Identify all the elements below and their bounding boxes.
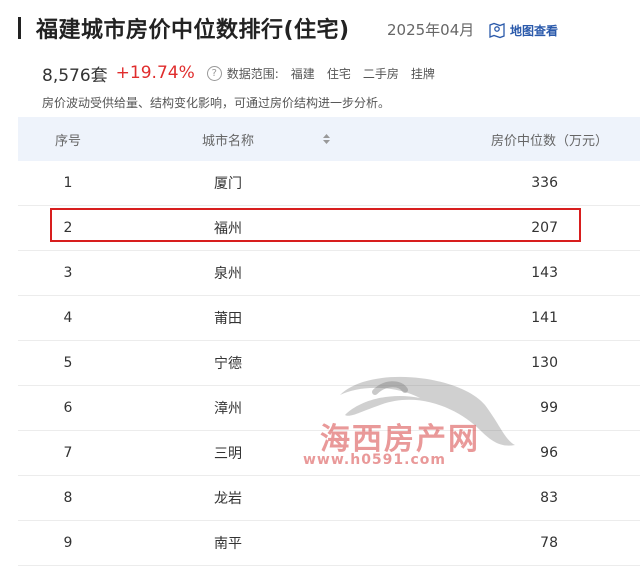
map-view-link[interactable]: 地图查看 [488,20,558,40]
price-cell: 83 [540,490,558,506]
scope-tag-market: 二手房 [362,66,399,81]
city-cell: 莆田 [214,311,242,327]
city-cell: 南平 [214,536,242,552]
table-body: 1 厦门 336 2 福州 207 3 泉州 143 4 莆田 141 5 宁德 130 6 漳州 99 7 三明 96… [18,161,640,566]
listing-count: 8,576套 [42,65,108,86]
map-view-label: 地图查看 [510,23,559,38]
scope-tag-region: 福建 [290,66,315,81]
title-accent-bar [18,17,21,39]
table-row[interactable]: 4 莆田 141 [18,296,640,341]
price-cell: 130 [531,355,558,371]
header-price: 房价中位数（万元） [490,133,608,149]
rank-cell: 7 [63,445,73,461]
table-row[interactable]: 2 福州 207 [18,206,640,251]
header-city: 城市名称 [201,133,254,149]
price-cell: 78 [540,535,558,551]
city-cell: 龙岩 [214,491,242,507]
city-cell: 漳州 [214,401,242,417]
scope-label: 数据范围: [226,66,279,81]
table-row[interactable]: 1 厦门 336 [18,161,640,206]
stats-row: 8,576套 +19.74% ? 数据范围: 福建 住宅 二手房 挂牌 [42,60,435,86]
rank-cell: 4 [63,310,73,326]
rank-cell: 8 [63,490,73,506]
city-cell: 厦门 [214,176,242,192]
city-cell: 泉州 [214,266,242,282]
watermark-url: www.h0591.com [303,452,446,468]
rank-cell: 1 [63,175,73,191]
price-cell: 143 [531,265,558,281]
price-cell: 336 [531,175,558,191]
scope-tag-type: 住宅 [326,66,351,81]
rank-cell: 9 [63,535,73,551]
table-row[interactable]: 8 龙岩 83 [18,476,640,521]
table-row[interactable]: 3 泉州 143 [18,251,640,296]
map-pin-icon [489,22,505,39]
page-header: 福建城市房价中位数排行(住宅) 2025年04月 地图查看 [0,0,640,58]
rank-cell: 2 [63,220,73,236]
change-percent: +19.74% [115,63,195,83]
rank-cell: 5 [63,355,73,371]
analysis-note: 房价波动受供给量、结构变化影响，可通过房价结构进一步分析。 [42,96,391,110]
table-header: 序号 城市名称 房价中位数（万元） [18,117,640,161]
ranking-table: 序号 城市名称 房价中位数（万元） 1 厦门 336 2 福州 207 3 泉州 143 4 莆田 1… [18,117,640,566]
date-label: 2025年04月 [387,21,475,39]
city-cell: 福州 [214,221,242,237]
header-rank: 序号 [54,133,81,149]
price-cell: 141 [531,310,558,326]
rank-cell: 3 [63,265,73,281]
city-cell: 宁德 [214,356,242,372]
rank-cell: 6 [63,400,73,416]
table-row[interactable]: 5 宁德 130 [18,341,640,386]
page-title: 福建城市房价中位数排行(住宅) [36,18,350,43]
sort-icon[interactable] [318,117,334,161]
scope-tag-source: 挂牌 [410,66,435,81]
price-cell: 207 [531,220,558,236]
table-row[interactable]: 9 南平 78 [18,521,640,566]
help-icon[interactable]: ? [206,65,222,81]
